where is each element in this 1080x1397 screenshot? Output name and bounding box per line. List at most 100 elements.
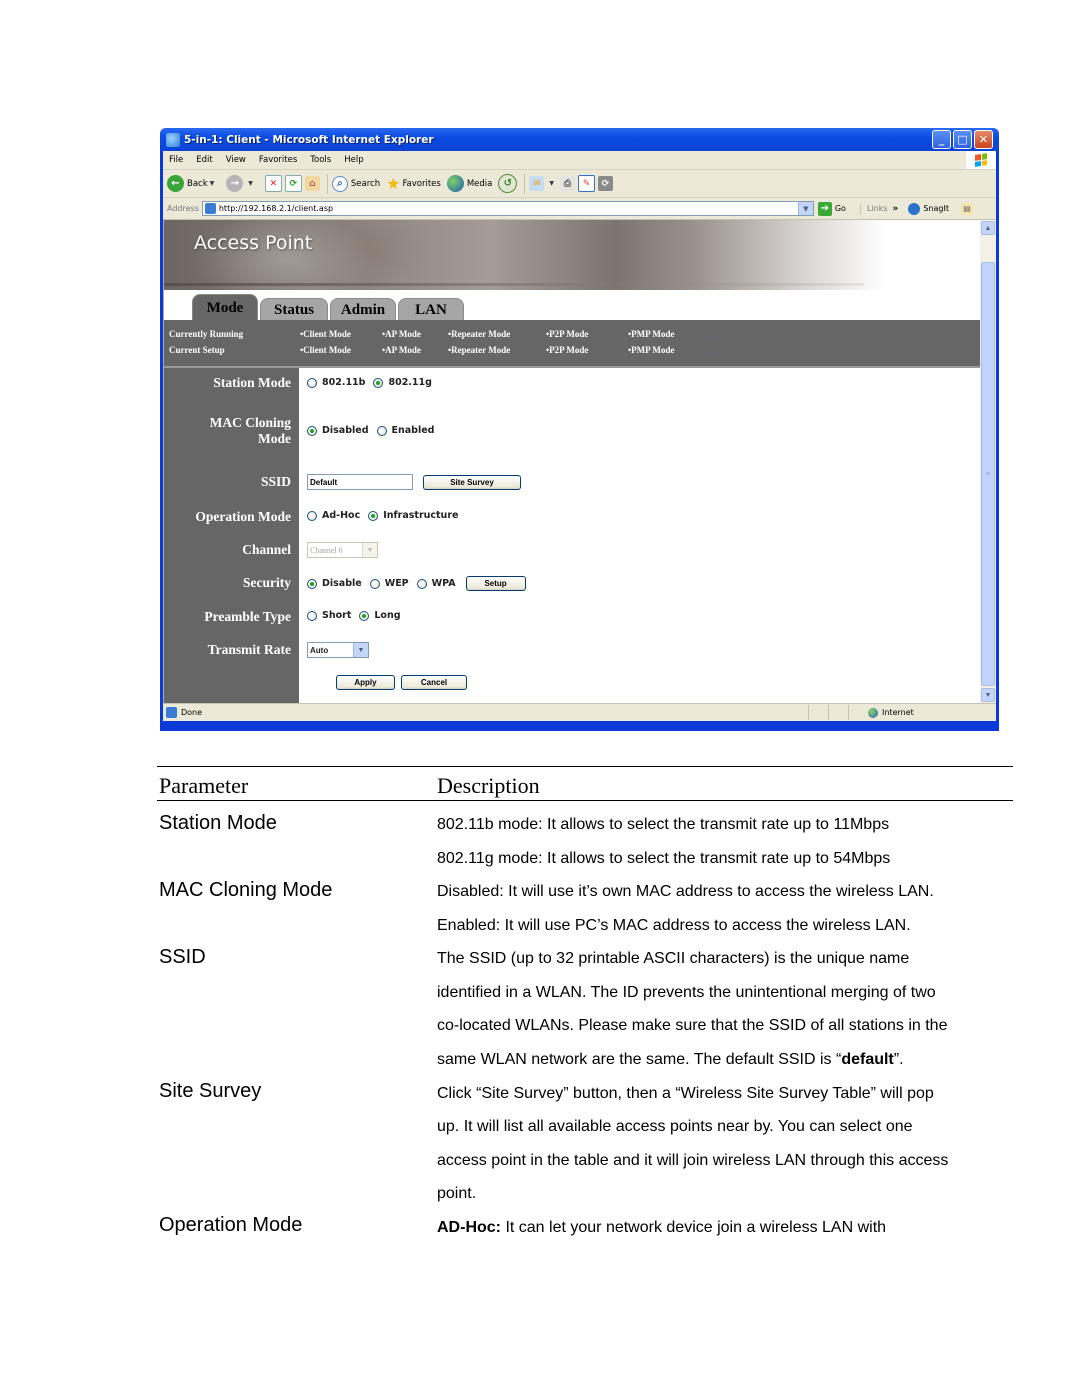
menu-tools[interactable]: Tools: [310, 155, 331, 165]
radio-mac-disabled[interactable]: [307, 425, 317, 436]
radio-security-wpa-label: WPA: [431, 578, 456, 589]
security-setup-button[interactable]: Setup: [465, 576, 526, 591]
setup-ap-mode[interactable]: •AP Mode: [382, 345, 421, 355]
menu-edit[interactable]: Edit: [196, 155, 212, 165]
title-bar: 5-in-1: Client - Microsoft Internet Expl…: [160, 128, 999, 151]
ssid-input[interactable]: Default: [307, 474, 413, 490]
search-icon: ⌕: [331, 175, 348, 192]
radio-security-wpa[interactable]: [416, 578, 427, 589]
windows-flag-icon: [975, 153, 987, 167]
back-dropdown-icon[interactable]: ▼: [210, 180, 215, 187]
desc-line: 802.11b mode: It allows to select the tr…: [437, 816, 890, 833]
chevron-down-icon: ▼: [362, 543, 377, 557]
menu-view[interactable]: View: [226, 155, 246, 165]
radio-ad-hoc-label: Ad-Hoc: [322, 510, 361, 521]
menu-help[interactable]: Help: [344, 155, 363, 165]
setup-pmp-mode[interactable]: •PMP Mode: [628, 345, 674, 355]
refresh-icon[interactable]: ⟳: [284, 175, 302, 192]
banner: Access Point: [164, 220, 984, 290]
radio-preamble-long[interactable]: [359, 610, 370, 621]
address-url: http://192.168.2.1/client.asp: [218, 204, 334, 213]
forward-button[interactable]: → ▼: [226, 175, 259, 192]
status-bar: Done Internet: [163, 703, 996, 721]
maximize-button[interactable]: □: [953, 130, 972, 149]
favorites-button[interactable]: ★ Favorites: [386, 174, 441, 193]
radio-ad-hoc[interactable]: [307, 510, 317, 521]
setup-p2p-mode[interactable]: •P2P Mode: [546, 345, 588, 355]
security-label: Security: [243, 575, 291, 590]
security-group: Disable WEP WPA Setup: [307, 576, 526, 591]
radio-802-11b-label: 802.11b: [322, 377, 366, 388]
go-button[interactable]: ➔ Go: [817, 201, 846, 216]
setup-repeater-mode[interactable]: •Repeater Mode: [448, 345, 510, 355]
radio-infrastructure[interactable]: [368, 510, 379, 521]
ad-hoc-term: AD-Hoc:: [437, 1219, 501, 1236]
tab-status[interactable]: Status: [260, 298, 328, 320]
address-input[interactable]: http://192.168.2.1/client.asp ▼: [201, 201, 814, 216]
media-icon: [446, 175, 464, 192]
mail-dropdown-icon[interactable]: ▼: [549, 180, 554, 187]
running-p2p-mode[interactable]: •P2P Mode: [546, 329, 588, 339]
tab-admin[interactable]: Admin: [330, 298, 396, 320]
links-button[interactable]: Links»: [859, 203, 899, 214]
running-client-mode[interactable]: •Client Mode: [300, 329, 351, 339]
radio-mac-enabled[interactable]: [376, 425, 387, 436]
menu-file[interactable]: File: [169, 155, 183, 165]
home-icon[interactable]: ⌂: [304, 176, 320, 191]
scroll-down-icon[interactable]: ▼: [981, 688, 995, 702]
ie-icon: [166, 132, 180, 147]
currently-running-label: Currently Running: [169, 329, 244, 339]
radio-mac-enabled-label: Enabled: [391, 425, 435, 436]
apply-button[interactable]: Apply: [336, 675, 395, 690]
channel-value: Channel 6: [310, 545, 343, 555]
media-button[interactable]: Media: [446, 175, 492, 192]
cancel-button[interactable]: Cancel: [401, 675, 467, 690]
minimize-button[interactable]: _: [932, 130, 951, 149]
desc-text: It can let your network device join a wi…: [501, 1219, 887, 1236]
desc-line: Enabled: It will use PC’s MAC address to…: [437, 917, 911, 934]
tab-mode[interactable]: Mode: [192, 294, 258, 320]
print-icon[interactable]: ⎙: [560, 176, 575, 191]
tab-lan[interactable]: LAN: [398, 298, 464, 320]
setup-client-mode[interactable]: •Client Mode: [300, 345, 351, 355]
radio-preamble-short[interactable]: [307, 610, 317, 621]
transmit-rate-select[interactable]: Auto ▼: [307, 642, 369, 658]
mail-icon[interactable]: ✉: [529, 176, 545, 191]
messenger-icon[interactable]: ⟳: [598, 176, 613, 191]
transmit-rate-value: Auto: [310, 645, 329, 655]
back-button[interactable]: ← Back ▼: [167, 175, 220, 192]
scroll-thumb[interactable]: ≡: [981, 262, 995, 686]
radio-security-disable[interactable]: [307, 578, 317, 589]
running-ap-mode[interactable]: •AP Mode: [382, 329, 421, 339]
menu-bar: File Edit View Favorites Tools Help: [163, 151, 996, 170]
history-icon[interactable]: ↺: [498, 174, 518, 193]
snagit-capture-icon[interactable]: ▤: [960, 202, 973, 215]
radio-security-wep[interactable]: [369, 578, 380, 589]
address-dropdown-icon[interactable]: ▼: [797, 202, 813, 215]
menu-favorites[interactable]: Favorites: [259, 155, 297, 165]
running-repeater-mode[interactable]: •Repeater Mode: [448, 329, 510, 339]
edit-icon[interactable]: ✎: [578, 175, 595, 192]
form-label-column: Station Mode MAC Cloning Mode SSID Opera…: [164, 368, 299, 703]
security-zone: Internet: [868, 707, 914, 718]
snagit-button[interactable]: SnagIt: [908, 202, 949, 215]
internet-globe-icon: [868, 707, 878, 718]
radio-802-11g[interactable]: [373, 377, 384, 388]
scroll-up-icon[interactable]: ▲: [981, 221, 995, 235]
site-survey-button[interactable]: Site Survey: [423, 474, 521, 490]
stop-icon[interactable]: ✕: [264, 175, 282, 192]
radio-802-11b[interactable]: [307, 377, 317, 388]
running-pmp-mode[interactable]: •PMP Mode: [628, 329, 674, 339]
radio-preamble-long-label: Long: [374, 610, 401, 621]
vertical-scrollbar[interactable]: ▲ ≡ ▼: [980, 220, 996, 703]
form-actions: Apply Cancel: [336, 675, 467, 690]
radio-preamble-short-label: Short: [322, 610, 352, 621]
chevron-right-icon[interactable]: »: [893, 204, 899, 214]
channel-select[interactable]: Channel 6 ▼: [307, 542, 378, 558]
forward-dropdown-icon[interactable]: ▼: [248, 180, 253, 187]
close-button[interactable]: ✕: [974, 130, 993, 149]
param-operation-mode: Operation Mode: [159, 1214, 303, 1236]
mac-cloning-group: Disabled Enabled: [307, 425, 442, 436]
desc-line: Disabled: It will use it’s own MAC addre…: [437, 883, 934, 900]
search-button[interactable]: ⌕ Search: [331, 175, 380, 192]
